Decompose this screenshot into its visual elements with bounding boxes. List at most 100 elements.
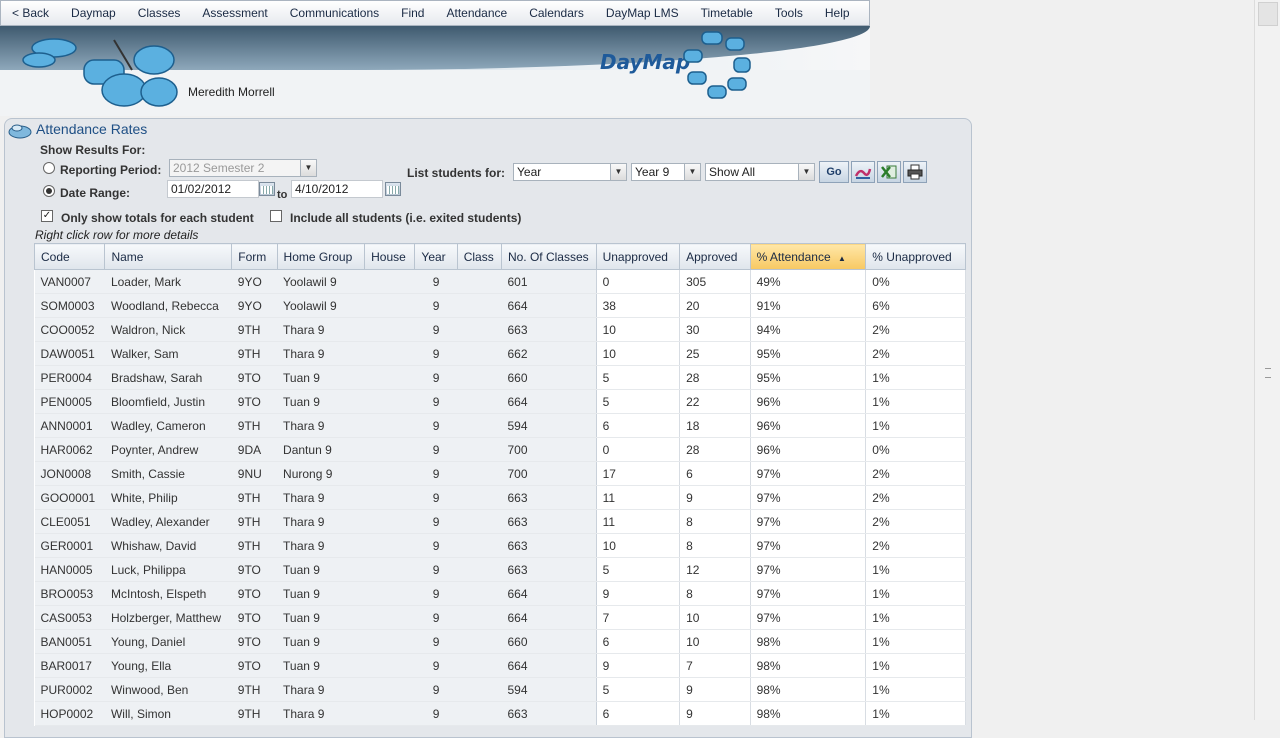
chart-button[interactable] <box>851 161 875 183</box>
cell-house <box>364 389 415 414</box>
scrollbar-grip[interactable] <box>1265 368 1271 378</box>
col-header-year[interactable]: Year <box>414 243 458 270</box>
cell-no-of-classes: 663 <box>501 557 597 582</box>
col-header-house[interactable]: House <box>364 243 416 270</box>
cell-code: HAN0005 <box>34 557 105 582</box>
list-type-select[interactable]: Year ▼ <box>513 163 627 181</box>
cell-code: BRO0053 <box>34 581 105 606</box>
menu-classes[interactable]: Classes <box>127 1 192 25</box>
cell-approved: 28 <box>679 365 751 390</box>
col-header-pct-unapproved[interactable]: % Unapproved <box>865 243 966 270</box>
menu-assessment[interactable]: Assessment <box>191 1 278 25</box>
cell-year: 9 <box>414 461 458 486</box>
calendar-icon[interactable] <box>259 182 275 196</box>
table-row[interactable]: CAS0053 Holzberger, Matthew 9TO Tuan 9 9 664 7… <box>34 605 966 630</box>
table-row[interactable]: JON0008 Smith, Cassie 9NU Nurong 9 9 700 17 6 97… <box>34 461 966 486</box>
print-button[interactable] <box>903 161 927 183</box>
cell-pct-attendance: 98% <box>750 701 867 726</box>
include-all-checkbox[interactable] <box>270 210 282 222</box>
cell-pct-unapproved: 1% <box>865 629 966 654</box>
menu-calendars[interactable]: Calendars <box>518 1 595 25</box>
reporting-period-radio[interactable] <box>43 162 55 174</box>
table-row[interactable]: PEN0005 Bloomfield, Justin 9TO Tuan 9 9 664 5 2… <box>34 389 966 414</box>
table-row[interactable]: SOM0003 Woodland, Rebecca 9YO Yoolawil 9 9 66… <box>34 293 966 318</box>
cell-name: Bradshaw, Sarah <box>104 365 232 390</box>
cell-approved: 12 <box>679 557 751 582</box>
col-header-form[interactable]: Form <box>231 243 278 270</box>
cell-year: 9 <box>414 485 458 510</box>
cell-name: Loader, Mark <box>104 269 232 294</box>
table-row[interactable]: HOP0002 Will, Simon 9TH Thara 9 9 663 6 9 98% 1% <box>34 701 966 726</box>
col-header-home-group[interactable]: Home Group <box>276 243 366 270</box>
date-from-input[interactable]: 01/02/2012 <box>167 180 259 198</box>
cell-form: 9TO <box>231 557 278 582</box>
table-row[interactable]: PUR0002 Winwood, Ben 9TH Thara 9 9 594 5 9 98% 1% <box>34 677 966 702</box>
chevron-down-icon: ▼ <box>610 164 626 180</box>
cell-pct-unapproved: 2% <box>865 485 966 510</box>
menu-tools[interactable]: Tools <box>764 1 814 25</box>
col-header-unapproved[interactable]: Unapproved <box>595 243 681 270</box>
cell-year: 9 <box>414 701 458 726</box>
col-header-no-of-classes[interactable]: No. Of Classes <box>500 243 597 270</box>
cell-pct-unapproved: 1% <box>865 581 966 606</box>
cell-home-group: Thara 9 <box>277 509 365 534</box>
table-row[interactable]: PER0004 Bradshaw, Sarah 9TO Tuan 9 9 660 5 28 95… <box>34 365 966 390</box>
table-row[interactable]: HAR0062 Poynter, Andrew 9DA Dantun 9 9 700 0 28… <box>34 437 966 462</box>
table-row[interactable]: VAN0007 Loader, Mark 9YO Yoolawil 9 9 601 0 305… <box>34 269 966 294</box>
page-scrollbar[interactable] <box>1254 0 1280 720</box>
cell-house <box>364 437 415 462</box>
col-header-name[interactable]: Name <box>104 243 233 270</box>
cell-pct-attendance: 94% <box>750 317 867 342</box>
cell-pct-attendance: 97% <box>750 509 867 534</box>
attendance-panel-icon <box>8 124 32 139</box>
menu-daymap[interactable]: Daymap <box>60 1 127 25</box>
cell-name: Holzberger, Matthew <box>104 605 232 630</box>
cell-unapproved: 7 <box>596 605 681 630</box>
calendar-icon[interactable] <box>385 182 401 196</box>
year-select[interactable]: Year 9 ▼ <box>631 163 701 181</box>
col-header-pct-attendance[interactable]: % Attendance ▲ <box>749 243 867 270</box>
table-row[interactable]: HAN0005 Luck, Philippa 9TO Tuan 9 9 663 5 12 97%… <box>34 557 966 582</box>
cell-code: VAN0007 <box>34 269 105 294</box>
table-row[interactable]: BAR0017 Young, Ella 9TO Tuan 9 9 664 9 7 98% 1% <box>34 653 966 678</box>
cell-code: SOM0003 <box>34 293 105 318</box>
cell-form: 9TO <box>231 581 278 606</box>
cell-year: 9 <box>414 365 458 390</box>
cell-no-of-classes: 663 <box>501 317 597 342</box>
menu-daymap-lms[interactable]: DayMap LMS <box>595 1 690 25</box>
show-filter-select[interactable]: Show All ▼ <box>705 163 815 181</box>
go-button[interactable]: Go <box>819 161 849 183</box>
col-header-code[interactable]: Code <box>33 243 106 270</box>
cell-no-of-classes: 664 <box>501 293 597 318</box>
table-row[interactable]: COO0052 Waldron, Nick 9TH Thara 9 9 663 10 30 94… <box>34 317 966 342</box>
menu-attendance[interactable]: Attendance <box>435 1 518 25</box>
reporting-period-select[interactable]: 2012 Semester 2 ▼ <box>169 159 317 177</box>
table-row[interactable]: GOO0001 White, Philip 9TH Thara 9 9 663 11 9 97%… <box>34 485 966 510</box>
menu-communications[interactable]: Communications <box>279 1 390 25</box>
menu-find[interactable]: Find <box>390 1 435 25</box>
only-totals-checkbox[interactable]: ✓ <box>41 210 53 222</box>
table-row[interactable]: ANN0001 Wadley, Cameron 9TH Thara 9 9 594 6 18 9… <box>34 413 966 438</box>
cell-house <box>364 677 415 702</box>
cell-code: BAR0017 <box>34 653 105 678</box>
col-header-class[interactable]: Class <box>456 243 502 270</box>
cell-year: 9 <box>414 509 458 534</box>
table-row[interactable]: GER0001 Whishaw, David 9TH Thara 9 9 663 10 8 97… <box>34 533 966 558</box>
date-range-radio[interactable] <box>43 185 55 197</box>
table-row[interactable]: DAW0051 Walker, Sam 9TH Thara 9 9 662 10 25 95% 2… <box>34 341 966 366</box>
table-row[interactable]: BRO0053 McIntosh, Elspeth 9TO Tuan 9 9 664 9 8 9… <box>34 581 966 606</box>
cell-form: 9TH <box>231 341 278 366</box>
table-row[interactable]: CLE0051 Wadley, Alexander 9TH Thara 9 9 663 11… <box>34 509 966 534</box>
col-header-approved[interactable]: Approved <box>679 243 751 270</box>
scrollbar-thumb[interactable] <box>1258 2 1278 26</box>
menu-help[interactable]: Help <box>814 1 861 25</box>
date-to-input[interactable]: 4/10/2012 <box>291 180 383 198</box>
export-excel-button[interactable] <box>877 161 901 183</box>
cell-form: 9TO <box>231 365 278 390</box>
cell-home-group: Thara 9 <box>277 413 365 438</box>
table-row[interactable]: BAN0051 Young, Daniel 9TO Tuan 9 9 660 6 10 98% 1… <box>34 629 966 654</box>
cell-class <box>457 701 502 726</box>
cell-house <box>364 413 415 438</box>
back-button[interactable]: < Back <box>1 1 60 25</box>
menu-timetable[interactable]: Timetable <box>690 1 764 25</box>
